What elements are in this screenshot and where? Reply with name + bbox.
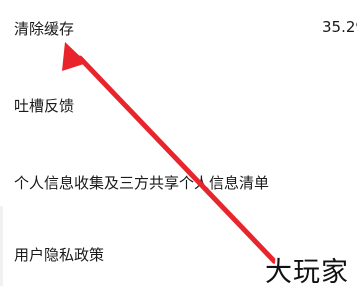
personal-info-list-item[interactable]: 个人信息收集及三方共享个人信息清单 [0,164,357,204]
settings-list: 清除缓存 35.29 吐槽反馈 个人信息收集及三方共享个人信息清单 用户隐私政策 [0,0,357,286]
personal-info-list-label: 个人信息收集及三方共享个人信息清单 [14,174,270,192]
feedback-label: 吐槽反馈 [14,97,75,115]
privacy-policy-label: 用户隐私政策 [14,246,105,264]
clear-cache-item[interactable]: 清除缓存 35.29 [0,10,357,50]
cache-size-value: 35.29 [322,18,357,36]
clear-cache-label: 清除缓存 [14,20,75,38]
watermark-logo: 大玩家 [265,257,349,288]
edge-shadow [0,206,3,286]
feedback-item[interactable]: 吐槽反馈 [0,87,357,127]
